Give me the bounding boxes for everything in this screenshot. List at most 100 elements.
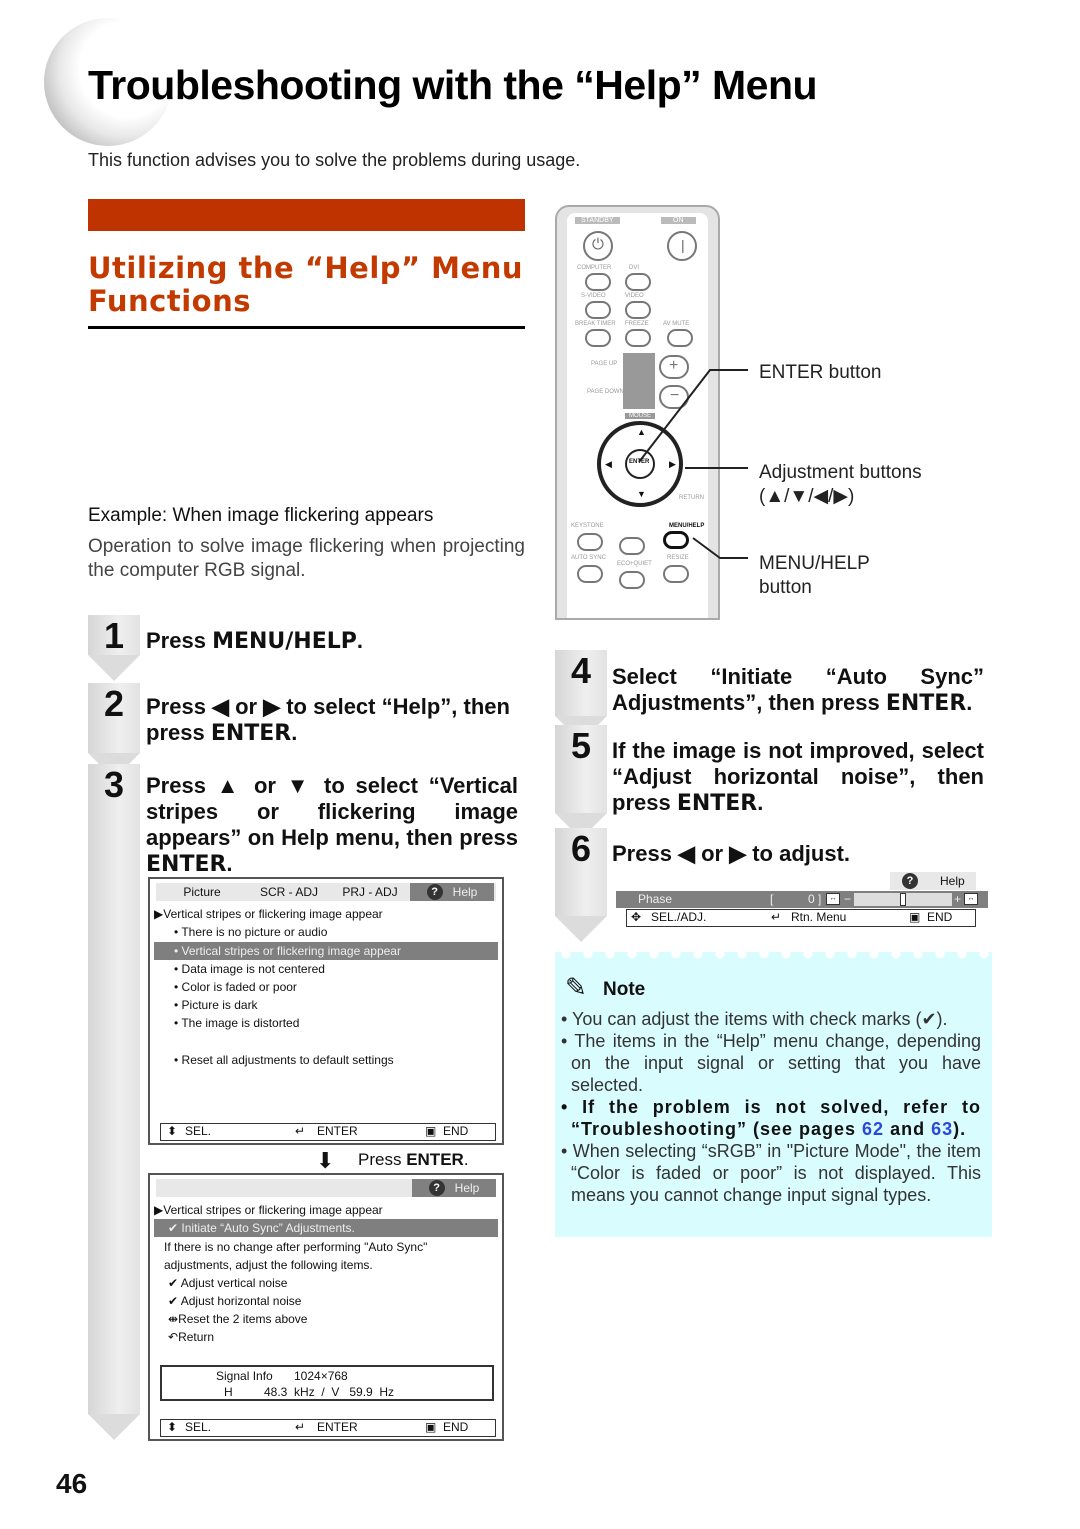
signal-info-box: Signal Info 1024×768 H 48.3 kHz / V 59.9… — [160, 1365, 494, 1401]
osd-item[interactable]: • Picture is dark — [154, 996, 498, 1014]
menu-help-callout: MENU/HELP — [759, 553, 870, 574]
power-icon: ⏻ — [592, 236, 604, 253]
step-5-tab: 5 — [555, 725, 607, 839]
intro-text: This function advises you to solve the p… — [88, 150, 581, 170]
tab-picture[interactable]: Picture — [156, 883, 248, 901]
note-item: • When selecting “sRGB” in "Picture Mode… — [561, 1141, 981, 1205]
example-label: Example: When image flickering appears — [88, 505, 434, 526]
phase-slider-thumb[interactable] — [900, 893, 906, 906]
step-4-text: Select “Initiate “Auto Sync” Adjustments… — [612, 664, 984, 716]
section-divider — [88, 326, 525, 329]
osd-info-text: adjustments, adjust the following items. — [164, 1258, 373, 1272]
osd-header: ▶Vertical stripes or flickering image ap… — [154, 1203, 383, 1217]
osd-item[interactable]: • Reset all adjustments to default setti… — [154, 1051, 498, 1069]
osd-tab-bar: ? Help — [156, 1179, 496, 1197]
note-item-important: • If the problem is not solved, refer to… — [561, 1097, 981, 1139]
note-box: ✎ Note • You can adjust the items with c… — [555, 949, 992, 1237]
computer-button — [585, 273, 611, 291]
step-6-tab: 6 — [555, 828, 607, 942]
step-6-text: Press ◀ or ▶ to adjust. — [612, 841, 851, 866]
page-number: 46 — [56, 1468, 88, 1499]
break-timer-label: BREAK TIMER — [575, 321, 616, 327]
tab-help[interactable]: ? Help — [410, 883, 494, 901]
adjust-arrows-callout: (▲/▼/◀/▶) — [759, 486, 855, 507]
enter-callout-line — [638, 369, 748, 463]
on-button: | — [667, 231, 697, 261]
break-timer-button — [585, 329, 611, 347]
phase-min-icon: ↔ — [826, 893, 840, 905]
osd-item[interactable]: • There is no picture or audio — [154, 923, 498, 941]
step-4-tab: 4 — [555, 650, 607, 742]
phase-adjust-row: Phase [ 0 ] ↔ − + ↔ — [616, 891, 988, 908]
standby-button: ⏻ — [583, 231, 613, 261]
osd-item[interactable]: • Color is faded or poor — [154, 978, 498, 996]
osd-item-selected[interactable]: ✔ Initiate “Auto Sync” Adjustments. — [154, 1219, 498, 1237]
page-title: Troubleshooting with the “Help” Menu — [88, 62, 818, 108]
note-item: • The items in the “Help” menu change, d… — [561, 1031, 981, 1095]
freeze-button — [625, 329, 651, 347]
help-question-icon: ? — [426, 884, 443, 900]
adjust-buttons-callout: Adjustment buttons — [759, 462, 922, 483]
menu-callout-line — [692, 537, 748, 559]
help-question-icon: ? — [428, 1180, 445, 1196]
menu-icon: ▣ — [425, 1420, 437, 1434]
tab-scr-adj[interactable]: SCR - ADJ — [248, 883, 330, 901]
menu-icon: ▣ — [425, 1124, 437, 1138]
osd-item[interactable]: • The image is distorted — [154, 1014, 498, 1032]
step-2-text: Press ◀ or ▶ to select “Help”, then pres… — [146, 694, 510, 746]
osd-item[interactable]: ✔ Adjust vertical noise — [154, 1274, 498, 1292]
osd-item[interactable]: ↶Return — [154, 1328, 498, 1346]
freeze-label: FREEZE — [625, 321, 649, 327]
note-title: Note — [603, 979, 646, 1000]
computer-label: COMPUTER — [577, 265, 612, 271]
note-list: • You can adjust the items with check ma… — [561, 1008, 981, 1206]
phase-slider-track[interactable] — [854, 893, 952, 906]
on-icon: | — [681, 237, 685, 253]
phase-label: Phase — [638, 892, 673, 906]
svideo-label: S-VIDEO — [581, 293, 606, 299]
tab-prj-adj[interactable]: PRJ - ADJ — [330, 883, 410, 901]
osd-info-text: If there is no change after performing "… — [164, 1240, 428, 1254]
return-icon: ↶ — [168, 1330, 179, 1344]
dvi-button — [625, 273, 651, 291]
page-63-link[interactable]: 63 — [931, 1119, 953, 1139]
help-question-icon: ? — [902, 873, 918, 889]
osd-header: ▶Vertical stripes or flickering image ap… — [154, 907, 383, 921]
sel-icon: ⬍ — [167, 1124, 178, 1138]
note-dotted-border — [555, 949, 992, 959]
enter-icon: ↵ — [295, 1420, 306, 1434]
enter-button-callout: ENTER button — [759, 362, 882, 383]
enter-icon: ↵ — [771, 910, 782, 924]
section-title: Utilizing the “Help” Menu Functions — [88, 251, 523, 318]
down-arrow-icon: ⬇ — [316, 1148, 335, 1173]
menu-help-callout-2: button — [759, 577, 812, 598]
osd-item[interactable]: ✔ Adjust horizontal noise — [154, 1292, 498, 1310]
osd-footer: ⬍ SEL. ↵ ENTER ▣ END — [160, 1419, 496, 1437]
video-button — [625, 301, 651, 319]
triangle-right-icon: ▶ — [154, 907, 164, 921]
menu-icon: ▣ — [909, 910, 921, 924]
av-mute-label: AV MUTE — [663, 321, 690, 327]
osd-item-selected[interactable]: • Vertical stripes or flickering image a… — [154, 942, 498, 960]
section-color-bar — [88, 199, 525, 231]
sel-icon: ⬍ — [167, 1420, 178, 1434]
osd-tab-bar: Picture SCR - ADJ PRJ - ADJ ? Help — [156, 883, 496, 901]
press-enter-label: Press ENTER. — [358, 1150, 469, 1169]
standby-label: STANDBY — [575, 217, 620, 224]
step-3-text: Press ▲ or ▼ to select “Vertical stripes… — [146, 773, 518, 877]
av-mute-button — [667, 329, 693, 347]
help-menu-osd: Picture SCR - ADJ PRJ - ADJ ? Help ▶Verti… — [148, 877, 504, 1145]
pencil-icon: ✎ — [565, 972, 587, 1002]
note-item: • You can adjust the items with check ma… — [561, 1009, 948, 1029]
step-1-tab: 1 — [88, 615, 140, 681]
page-62-link[interactable]: 62 — [862, 1119, 884, 1139]
osd3-help-tab[interactable]: ? Help — [890, 872, 976, 890]
sel-adj-icon: ✥ — [631, 910, 642, 924]
osd-item[interactable]: • Data image is not centered — [154, 960, 498, 978]
osd-item[interactable]: ⇼Reset the 2 items above — [154, 1310, 498, 1328]
dvi-label: DVI — [629, 265, 640, 271]
phase-max-icon: ↔ — [964, 893, 978, 905]
triangle-right-icon: ▶ — [154, 1203, 164, 1217]
on-label: ON — [661, 217, 696, 224]
tab-help[interactable]: ? Help — [412, 1179, 496, 1197]
